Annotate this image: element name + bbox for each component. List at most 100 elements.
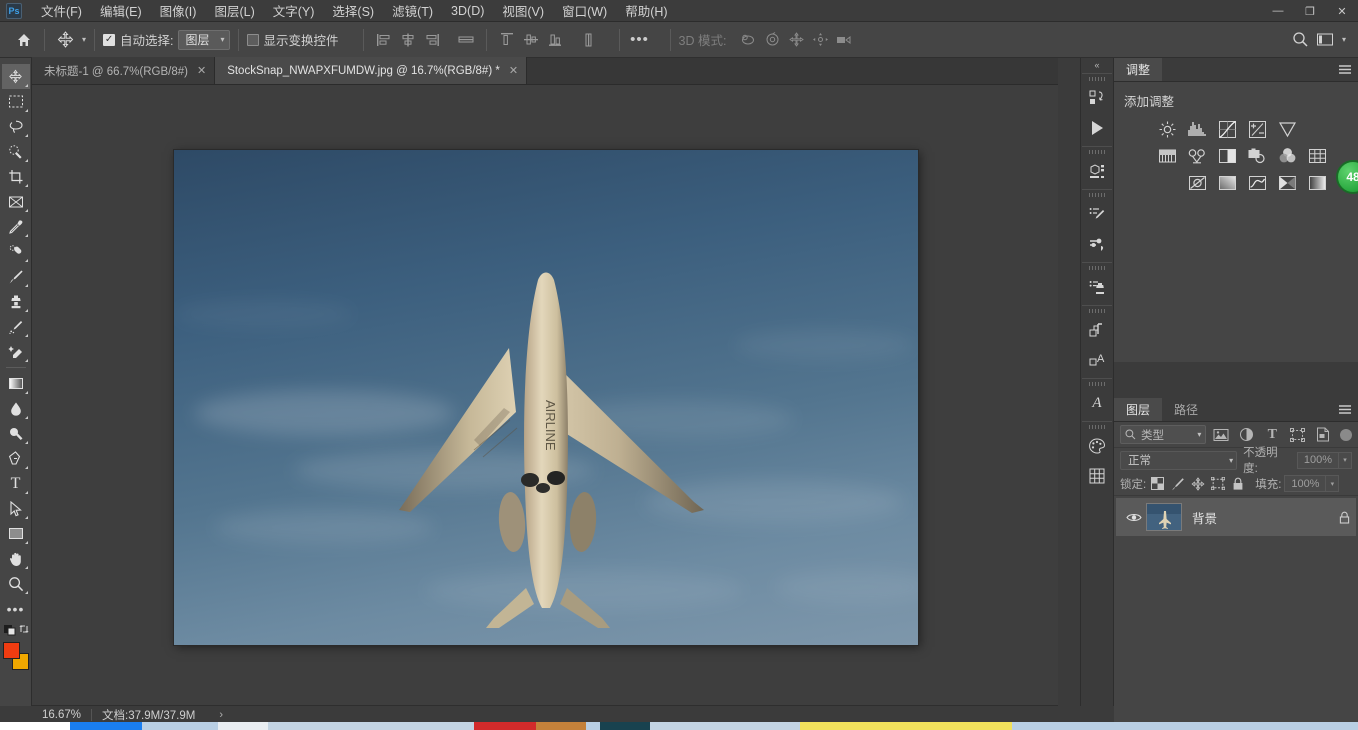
color-lookup-icon[interactable]: [1306, 146, 1328, 166]
collapse-panels-icon[interactable]: «: [1080, 58, 1114, 72]
brush-settings-icon[interactable]: [1082, 199, 1112, 229]
color-swatches[interactable]: [2, 641, 30, 671]
align-center-horizontal-icon[interactable]: [396, 28, 420, 52]
align-right-icon[interactable]: [420, 28, 444, 52]
panel-grip[interactable]: [1089, 425, 1105, 429]
tool-preset-chevron-down-icon[interactable]: ▾: [82, 35, 86, 44]
photo-filter-icon[interactable]: [1246, 146, 1268, 166]
show-transform-checkbox[interactable]: [246, 33, 259, 46]
minimize-button[interactable]: —: [1262, 0, 1294, 22]
menu-filter[interactable]: 滤镜(T): [383, 0, 442, 22]
tab-adjustments[interactable]: 调整: [1114, 58, 1163, 81]
channel-mixer-icon[interactable]: [1276, 146, 1298, 166]
gradient-map-icon[interactable]: [1276, 173, 1298, 193]
tab-paths[interactable]: 路径: [1162, 398, 1211, 421]
invert-icon[interactable]: [1186, 173, 1208, 193]
selective-color-icon[interactable]: [1306, 173, 1328, 193]
restore-button[interactable]: ❐: [1294, 0, 1326, 22]
path-selection-tool[interactable]: [2, 496, 30, 521]
menu-edit[interactable]: 编辑(E): [91, 0, 151, 22]
lock-image-icon[interactable]: [1169, 475, 1186, 492]
filter-pixel-icon[interactable]: [1210, 425, 1232, 445]
gradient-tool[interactable]: [2, 371, 30, 396]
canvas-area[interactable]: AIRLINE: [32, 85, 1058, 705]
black-white-icon[interactable]: [1216, 146, 1238, 166]
panel-menu-icon[interactable]: [1338, 58, 1352, 82]
menu-view[interactable]: 视图(V): [493, 0, 553, 22]
healing-brush-tool[interactable]: [2, 239, 30, 264]
move-tool[interactable]: [1, 64, 30, 89]
zoom-level[interactable]: 16.67%: [32, 708, 93, 721]
menu-window[interactable]: 窗口(W): [553, 0, 616, 22]
align-top-icon[interactable]: [495, 28, 519, 52]
levels-icon[interactable]: [1186, 119, 1208, 139]
play-actions-icon[interactable]: [1082, 113, 1112, 143]
layer-thumbnail[interactable]: [1146, 503, 1182, 531]
tab-layers[interactable]: 图层: [1114, 398, 1163, 421]
panel-grip[interactable]: [1089, 309, 1105, 313]
filter-shape-icon[interactable]: [1287, 425, 1309, 445]
eyedropper-tool[interactable]: [2, 214, 30, 239]
panel-grip[interactable]: [1089, 150, 1105, 154]
foreground-color-swatch[interactable]: [2, 642, 20, 659]
blur-tool[interactable]: [2, 396, 30, 421]
close-button[interactable]: ✕: [1326, 0, 1358, 22]
status-expand-chevron-icon[interactable]: ›: [219, 709, 223, 721]
align-left-icon[interactable]: [372, 28, 396, 52]
menu-layer[interactable]: 图层(L): [205, 0, 263, 22]
windows-taskbar[interactable]: [0, 722, 1358, 730]
tab-stocksnap-jpg[interactable]: StockSnap_NWAPXFUMDW.jpg @ 16.7%(RGB/8#)…: [215, 57, 528, 84]
layer-visibility-toggle[interactable]: [1122, 512, 1146, 523]
3d-panel-icon[interactable]: [1082, 156, 1112, 186]
home-icon[interactable]: [12, 28, 36, 52]
filter-type-icon[interactable]: T: [1262, 425, 1284, 445]
align-bottom-icon[interactable]: [543, 28, 567, 52]
shape-tool[interactable]: [2, 521, 30, 546]
document-image[interactable]: AIRLINE: [174, 150, 918, 645]
patterns-icon[interactable]: [1082, 461, 1112, 491]
character-styles-icon[interactable]: A: [1082, 345, 1112, 375]
threshold-icon[interactable]: [1246, 173, 1268, 193]
workspace-chevron-down-icon[interactable]: ▾: [1342, 35, 1346, 44]
exposure-icon[interactable]: [1246, 119, 1268, 139]
more-options-button[interactable]: •••: [628, 28, 652, 52]
tab-close-icon[interactable]: ✕: [197, 64, 206, 77]
hue-saturation-icon[interactable]: [1156, 146, 1178, 166]
clone-source-icon[interactable]: [1082, 272, 1112, 302]
vibrance-icon[interactable]: [1276, 119, 1298, 139]
lock-position-icon[interactable]: [1189, 475, 1206, 492]
auto-select-target-dropdown[interactable]: 图层 ▾: [177, 29, 230, 50]
filter-smartobject-icon[interactable]: [1313, 425, 1335, 445]
curves-icon[interactable]: [1216, 119, 1238, 139]
frame-tool[interactable]: [2, 189, 30, 214]
layer-comps-icon[interactable]: [1082, 315, 1112, 345]
layer-name[interactable]: 背景: [1192, 508, 1339, 527]
distribute-vertical-icon[interactable]: [577, 28, 601, 52]
panel-grip[interactable]: [1089, 266, 1105, 270]
edit-toolbar-button[interactable]: •••: [2, 596, 30, 621]
menu-select[interactable]: 选择(S): [323, 0, 383, 22]
marquee-tool[interactable]: [2, 89, 30, 114]
hand-tool[interactable]: [2, 546, 30, 571]
color-balance-icon[interactable]: [1186, 146, 1208, 166]
brush-tool[interactable]: [2, 264, 30, 289]
zoom-tool[interactable]: [2, 571, 30, 596]
quick-selection-tool[interactable]: [2, 139, 30, 164]
layer-filter-type-dropdown[interactable]: 类型 ▾: [1120, 425, 1207, 444]
menu-help[interactable]: 帮助(H): [616, 0, 676, 22]
tab-untitled-1[interactable]: 未标题-1 @ 66.7%(RGB/8#) ✕: [32, 57, 216, 84]
crop-tool[interactable]: [2, 164, 30, 189]
lock-all-icon[interactable]: [1229, 475, 1246, 492]
opacity-chevron-down-icon[interactable]: ▾: [1339, 451, 1352, 469]
lock-transparent-icon[interactable]: [1149, 475, 1166, 492]
swatches-icon[interactable]: [1082, 431, 1112, 461]
menu-image[interactable]: 图像(I): [151, 0, 206, 22]
panel-menu-icon[interactable]: [1338, 398, 1352, 422]
table-row[interactable]: 背景: [1116, 498, 1356, 536]
fill-chevron-down-icon[interactable]: ▾: [1326, 475, 1340, 492]
move-tool-icon[interactable]: [53, 28, 77, 52]
panel-grip[interactable]: [1089, 382, 1105, 386]
brightness-contrast-icon[interactable]: [1156, 119, 1178, 139]
filter-toggle[interactable]: [1340, 428, 1353, 441]
opacity-value[interactable]: 100%: [1297, 451, 1339, 469]
